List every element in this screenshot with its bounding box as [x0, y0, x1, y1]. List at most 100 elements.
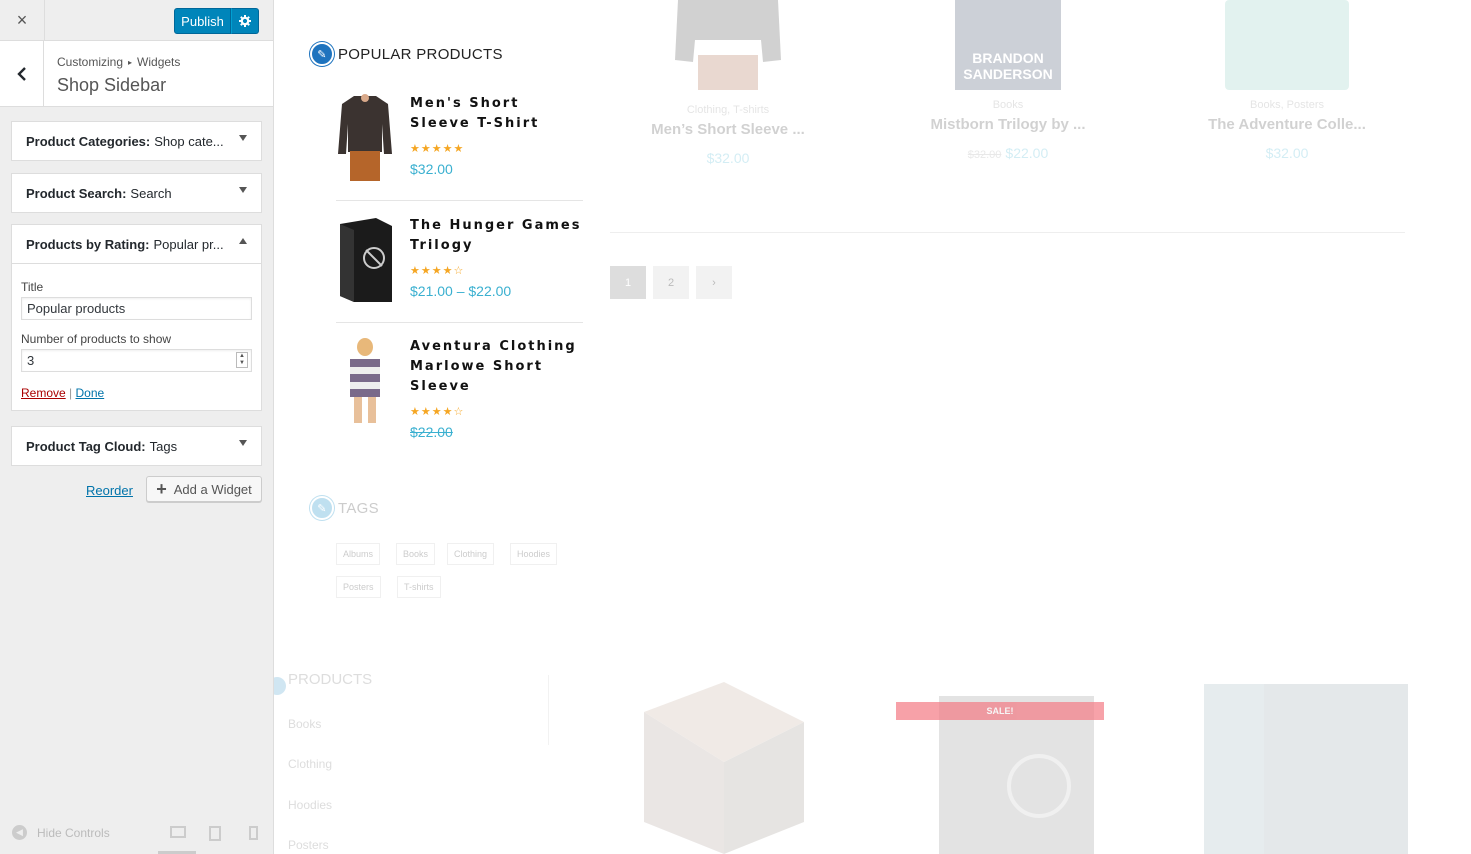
widget-type: Product Tag Cloud: — [26, 438, 146, 454]
widget-header[interactable]: Product Categories: Shop cate... — [12, 122, 261, 160]
sale-badge: SALE! — [896, 702, 1104, 720]
site-preview: Clothing, T-shirts Men’s Short Sleeve ..… — [274, 0, 1471, 854]
widget-product-tag-cloud: Product Tag Cloud: Tags — [11, 426, 262, 466]
count-input[interactable]: 3 — [21, 349, 252, 372]
remove-link[interactable]: Remove — [21, 386, 66, 400]
done-link[interactable]: Done — [76, 386, 105, 400]
widget-type: Products by Rating: — [26, 236, 150, 252]
product-name[interactable]: Men’s Short Sleeve ... — [613, 121, 843, 138]
next-page-button[interactable]: › — [696, 266, 732, 299]
collapse-icon: ◀ — [12, 825, 27, 840]
category-link[interactable]: Books — [288, 717, 321, 731]
gear-icon[interactable] — [231, 8, 259, 34]
product-name[interactable]: Men's Short Sleeve T-Shirt — [410, 94, 585, 134]
tag-link[interactable]: Posters — [336, 576, 381, 598]
product-name[interactable]: The Adventure Colle... — [1172, 116, 1402, 133]
desktop-icon[interactable] — [170, 826, 186, 838]
products-heading: PRODUCTS — [288, 671, 373, 688]
product-price: $22.00 — [410, 424, 453, 440]
page-1-button[interactable]: 1 — [610, 266, 646, 299]
expand-arrow-icon[interactable] — [239, 440, 247, 446]
widget-type: Product Categories: — [26, 133, 151, 149]
widget-name: Shop cate... — [154, 133, 224, 149]
popular-products-heading: POPULAR PRODUCTS — [338, 45, 503, 63]
collapse-arrow-icon[interactable] — [239, 238, 247, 244]
category-link[interactable]: Posters — [288, 838, 329, 852]
cover-author-last: SANDERSON — [963, 66, 1053, 82]
book-thumbnail — [340, 218, 392, 302]
product-card[interactable]: Books, Posters The Adventure Colle... $3… — [1172, 0, 1402, 161]
publish-button[interactable]: Publish — [174, 8, 231, 34]
breadcrumb-customizing: Customizing — [57, 55, 124, 69]
product-image — [675, 0, 781, 90]
box-set-image — [1204, 684, 1408, 854]
tag-link[interactable]: Albums — [336, 543, 381, 565]
product-name[interactable]: Mistborn Trilogy by ... — [893, 116, 1123, 133]
page-2-button[interactable]: 2 — [653, 266, 689, 299]
product-price: $32.00 — [410, 161, 453, 177]
number-stepper[interactable]: ▲ ▼ — [236, 352, 248, 368]
widget-name: Popular pr... — [153, 236, 224, 252]
tags-title: ✎ TAGS — [310, 496, 379, 520]
expand-arrow-icon[interactable] — [239, 135, 247, 141]
product-price: $21.00 – $22.00 — [410, 283, 512, 299]
widget-header[interactable]: Products by Rating: Popular pr... — [12, 225, 261, 263]
popular-product-item[interactable]: Men's Short Sleeve T-Shirt ★★★★★ $32.00 — [336, 94, 583, 201]
product-image: BRANDON SANDERSON — [955, 0, 1061, 90]
book-box-image — [644, 682, 804, 854]
tshirt-thumbnail — [338, 94, 392, 181]
product-card[interactable]: BRANDON SANDERSON Books Mistborn Trilogy… — [893, 0, 1123, 161]
hide-controls-button[interactable]: ◀ Hide Controls — [12, 825, 110, 840]
plus-icon: + — [156, 479, 167, 499]
popular-product-item[interactable]: Aventura Clothing Marlowe Short Sleeve ★… — [336, 337, 583, 444]
product-category: Books, Posters — [1250, 99, 1324, 111]
tag-link[interactable]: T-shirts — [397, 576, 441, 598]
category-link[interactable]: Hoodies — [288, 798, 332, 812]
edit-pencil-icon[interactable] — [274, 677, 286, 695]
breadcrumb-separator: ▸ — [128, 57, 133, 67]
product-name[interactable]: Aventura Clothing Marlowe Short Sleeve — [410, 337, 585, 397]
mobile-icon[interactable] — [249, 826, 258, 840]
product-price: $32.00 $22.00 — [967, 145, 1049, 161]
old-price: $32.00 — [967, 149, 1002, 161]
widget-products-by-rating: Products by Rating: Popular pr... Title P… — [11, 224, 262, 411]
product-name[interactable]: The Hunger Games Trilogy — [410, 216, 585, 256]
close-icon[interactable]: × — [0, 0, 45, 41]
popular-product-item[interactable]: The Hunger Games Trilogy ★★★★☆ $21.00 – … — [336, 216, 583, 323]
product-card[interactable]: Clothing, T-shirts Men’s Short Sleeve ..… — [613, 0, 843, 166]
customizer-header: × Publish — [0, 0, 273, 41]
widget-header[interactable]: Product Search: Search — [12, 174, 261, 212]
tag-link[interactable]: Clothing — [447, 543, 495, 565]
widget-name: Tags — [149, 438, 178, 454]
rating-stars: ★★★★☆ — [410, 265, 465, 277]
widget-product-search: Product Search: Search — [11, 173, 262, 213]
product-category: Clothing, T-shirts — [686, 104, 770, 116]
reorder-link[interactable]: Reorder — [86, 483, 133, 498]
add-widget-label: Add a Widget — [173, 481, 252, 497]
popular-products-title: ✎ POPULAR PRODUCTS — [310, 42, 503, 66]
edit-pencil-icon[interactable]: ✎ — [310, 496, 334, 520]
edit-pencil-icon[interactable]: ✎ — [310, 42, 334, 66]
title-input[interactable]: Popular products — [21, 297, 252, 320]
tag-link[interactable]: Books — [396, 543, 436, 565]
tag-link[interactable]: Hoodies — [510, 543, 558, 565]
divider — [548, 675, 549, 745]
section-header: Customizing ▸ Widgets Shop Sidebar — [0, 41, 273, 107]
widget-name: Search — [130, 185, 172, 201]
expand-arrow-icon[interactable] — [239, 187, 247, 193]
hide-controls-label: Hide Controls — [37, 825, 110, 840]
category-link[interactable]: Clothing — [288, 757, 332, 771]
tablet-icon[interactable] — [209, 826, 221, 841]
title-label: Title — [21, 280, 44, 294]
breadcrumb-widgets: Widgets — [137, 55, 181, 69]
divider — [610, 232, 1405, 233]
customizer-panel: × Publish Customizing ▸ Widgets Shop Sid… — [0, 0, 274, 854]
tags-heading: TAGS — [338, 499, 379, 517]
widget-header[interactable]: Product Tag Cloud: Tags — [12, 427, 261, 465]
widget-form: Title Popular products Number of product… — [12, 263, 261, 410]
actions-separator: | — [69, 386, 73, 400]
customizer-footer: ◀ Hide Controls — [0, 816, 273, 854]
back-arrow-icon[interactable] — [0, 41, 44, 106]
add-widget-button[interactable]: + Add a Widget — [146, 476, 262, 502]
count-label: Number of products to show — [21, 332, 172, 346]
